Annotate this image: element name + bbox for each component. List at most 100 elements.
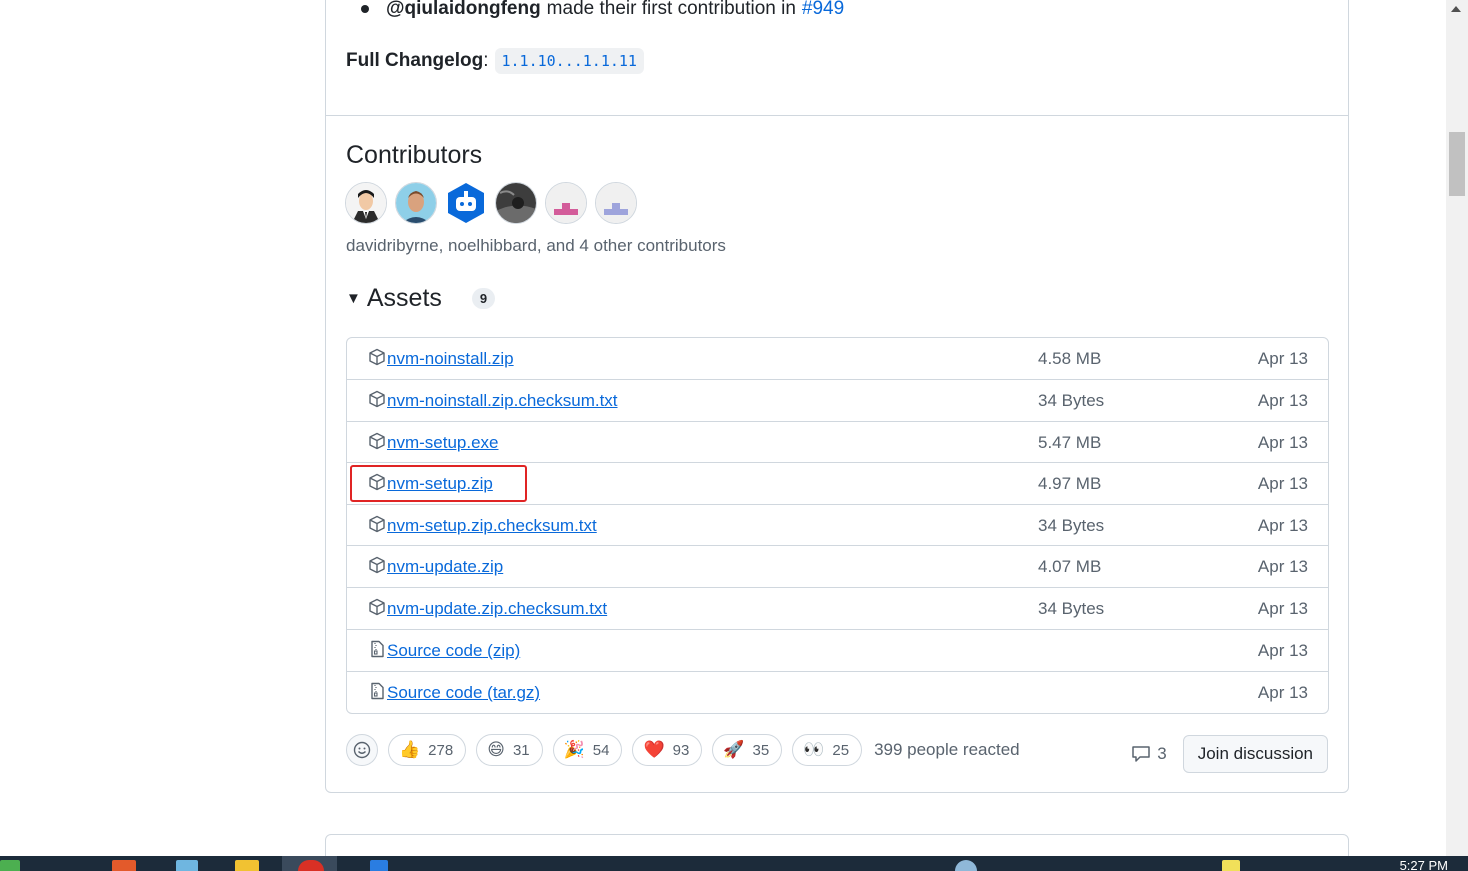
asset-date: Apr 13 — [1257, 474, 1308, 493]
asset-name: nvm-update.zip — [387, 557, 504, 576]
thumbs-up-emoji-icon: 👍 — [399, 740, 421, 759]
asset-date: Apr 13 — [1257, 683, 1308, 702]
discussion-area: 3 Join discussion — [1131, 735, 1328, 773]
identicon-lavender-icon — [596, 183, 636, 223]
taskbar-app-icon[interactable] — [370, 860, 388, 871]
asset-date: Apr 13 — [1257, 433, 1308, 452]
asset-name: nvm-setup.exe — [387, 433, 499, 452]
asset-size: 34 Bytes — [1038, 516, 1105, 535]
asset-name: nvm-update.zip.checksum.txt — [387, 599, 608, 618]
package-icon — [369, 556, 385, 574]
assets-count-badge: 9 — [471, 288, 496, 309]
asset-format: (tar.gz) — [482, 683, 541, 702]
asset-size: 4.07 MB — [1038, 557, 1102, 576]
asset-size: 34 Bytes — [1038, 599, 1105, 618]
asset-size: 4.97 MB — [1038, 474, 1102, 493]
laugh-emoji-icon: 😄 — [487, 740, 505, 759]
heart-emoji-icon: ❤️ — [643, 740, 665, 759]
scrollbar-thumb[interactable] — [1449, 132, 1465, 196]
changelog-label: Full Changelog — [346, 50, 484, 71]
asset-download-link[interactable]: Source code (zip) — [387, 641, 520, 661]
reaction-rocket-button[interactable]: 🚀 35 — [712, 734, 783, 766]
taskbar-tray-icon[interactable] — [1222, 860, 1240, 871]
avatar[interactable] — [345, 182, 387, 224]
asset-download-link[interactable]: nvm-setup.exe — [387, 433, 499, 453]
asset-download-link[interactable]: Source code (tar.gz) — [387, 683, 540, 703]
asset-download-link[interactable]: nvm-update.zip — [387, 557, 503, 577]
asset-name: Source code — [387, 641, 483, 660]
file-zip-icon — [371, 682, 384, 700]
file-zip-icon — [371, 640, 384, 658]
reaction-thumbs-up-button[interactable]: 👍 278 — [388, 734, 467, 766]
rocket-emoji-icon: 🚀 — [723, 740, 745, 759]
reaction-eyes-button[interactable]: 👀 25 — [792, 734, 863, 766]
asset-date: Apr 13 — [1257, 557, 1308, 576]
changelog-colon: : — [483, 50, 489, 71]
identicon-pink-icon — [546, 183, 586, 223]
reaction-count: 35 — [752, 741, 770, 759]
changelog-compare-link[interactable]: 1.1.10...1.1.11 — [494, 48, 644, 74]
asset-format: (zip) — [482, 641, 521, 660]
asset-row: Source code (zip) Apr 13 — [347, 629, 1328, 671]
reaction-count: 25 — [832, 741, 850, 759]
asset-row: nvm-noinstall.zip 4.58 MB Apr 13 — [347, 338, 1328, 379]
join-discussion-button[interactable]: Join discussion — [1182, 735, 1328, 773]
asset-size: 4.58 MB — [1038, 349, 1102, 368]
eyes-emoji-icon: 👀 — [803, 740, 825, 759]
asset-row: nvm-setup.zip.checksum.txt 34 Bytes Apr 13 — [347, 504, 1328, 545]
assets-heading: Assets — [366, 284, 442, 312]
taskbar-clock[interactable]: 5:27 PM — [1400, 858, 1448, 871]
smiley-icon — [353, 741, 371, 759]
reaction-heart-button[interactable]: ❤️ 93 — [632, 734, 703, 766]
comment-count-link[interactable]: 3 — [1131, 744, 1167, 764]
avatar[interactable] — [545, 182, 587, 224]
package-icon — [369, 598, 385, 616]
asset-row: nvm-update.zip.checksum.txt 34 Bytes Apr 1… — [347, 587, 1328, 629]
asset-download-link[interactable]: nvm-setup.zip.checksum.txt — [387, 516, 597, 536]
contributors-summary: davidribyrne, noelhibbard, and 4 other c… — [346, 236, 726, 255]
folder-icon[interactable] — [235, 860, 259, 871]
full-changelog: Full Changelog : 1.1.10...1.1.11 — [346, 48, 644, 74]
asset-download-link[interactable]: nvm-update.zip.checksum.txt — [387, 599, 607, 619]
highlight-annotation — [350, 465, 527, 502]
vertical-scrollbar[interactable] — [1446, 0, 1468, 856]
pull-request-link[interactable]: #949 — [802, 0, 844, 20]
contribution-text: made their first contribution in — [546, 0, 796, 19]
asset-date: Apr 13 — [1257, 349, 1308, 368]
avatar-cartoon-man-icon — [346, 183, 386, 223]
hooray-emoji-icon: 🎉 — [563, 740, 585, 759]
asset-name: Source code — [387, 683, 483, 702]
assets-list: nvm-noinstall.zip 4.58 MB Apr 13 nvm-noinst… — [346, 337, 1329, 714]
release-page: @qiulaidongfeng made their first contrib… — [0, 0, 1468, 871]
caret-down-icon: ▼ — [346, 290, 361, 307]
reaction-hooray-button[interactable]: 🎉 54 — [552, 734, 623, 766]
taskbar-app-icon[interactable] — [112, 860, 136, 871]
asset-download-link[interactable]: nvm-noinstall.zip.checksum.txt — [387, 391, 618, 411]
taskbar-app-icon[interactable] — [176, 860, 198, 871]
asset-name: nvm-noinstall.zip.checksum.txt — [387, 391, 618, 410]
avatar[interactable] — [445, 182, 487, 224]
chrome-icon[interactable] — [298, 860, 324, 871]
reaction-pills: 👍 278 😄 31 🎉 54 ❤️ 93 🚀 35 👀 25 — [388, 734, 863, 766]
reaction-count: 54 — [592, 741, 610, 759]
package-icon — [369, 515, 385, 533]
avatar-photo-dark-icon — [496, 183, 536, 223]
asset-date: Apr 13 — [1257, 599, 1308, 618]
asset-date: Apr 13 — [1257, 641, 1308, 660]
avatar[interactable] — [495, 182, 537, 224]
contributor-user-link[interactable]: @qiulaidongfeng — [386, 0, 541, 20]
scroll-up-arrow-icon[interactable] — [1451, 6, 1461, 12]
reaction-count: 93 — [672, 741, 690, 759]
reactions-bar: 👍 278 😄 31 🎉 54 ❤️ 93 🚀 35 👀 25 399 people reacted — [346, 734, 1020, 766]
asset-download-link[interactable]: nvm-noinstall.zip — [387, 349, 514, 369]
assets-toggle[interactable]: ▼ Assets 9 — [346, 284, 496, 313]
reaction-count: 278 — [428, 741, 454, 759]
taskbar-app-icon[interactable] — [0, 860, 20, 871]
weather-icon[interactable] — [955, 860, 977, 871]
add-reaction-button[interactable] — [346, 734, 378, 766]
asset-size: 5.47 MB — [1038, 433, 1102, 452]
reaction-laugh-button[interactable]: 😄 31 — [476, 734, 543, 766]
avatar[interactable] — [595, 182, 637, 224]
avatar-photo-man-icon — [396, 183, 436, 223]
avatar[interactable] — [395, 182, 437, 224]
